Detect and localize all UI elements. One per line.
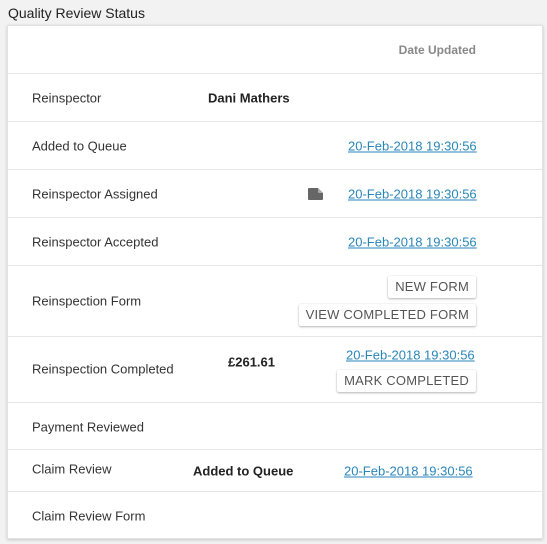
added-to-queue-date-link[interactable]: 20-Feb-2018 19:30:56	[348, 139, 477, 154]
payment-reviewed-label: Payment Reviewed	[32, 419, 144, 435]
claim-review-form-label: Claim Review Form	[32, 508, 146, 524]
row-claim-review: Claim Review Added to Queue 20-Feb-2018 …	[8, 450, 542, 492]
reinspector-accepted-date-link[interactable]: 20-Feb-2018 19:30:56	[348, 235, 477, 250]
row-reinspection-form: Reinspection Form NEW FORM VIEW COMPLETE…	[8, 266, 542, 337]
row-added-to-queue: Added to Queue 20-Feb-2018 19:30:56	[8, 122, 542, 170]
mark-completed-button[interactable]: MARK COMPLETED	[337, 370, 476, 392]
document-icon[interactable]	[308, 188, 323, 200]
reinspector-name: Dani Mathers	[208, 90, 290, 106]
row-reinspector-accepted: Reinspector Accepted 20-Feb-2018 19:30:5…	[8, 218, 542, 266]
row-reinspection-completed: Reinspection Completed £261.61 20-Feb-20…	[8, 337, 542, 403]
row-payment-reviewed: Payment Reviewed	[8, 403, 542, 450]
table-header-row: Date Updated	[8, 26, 542, 74]
claim-review-date-link[interactable]: 20-Feb-2018 19:30:56	[344, 464, 473, 479]
reinspector-assigned-date-link[interactable]: 20-Feb-2018 19:30:56	[348, 187, 477, 202]
reinspector-accepted-label: Reinspector Accepted	[32, 234, 159, 250]
quality-review-card: Date Updated Reinspector Dani Mathers Ad…	[7, 25, 543, 539]
date-updated-header: Date Updated	[398, 43, 476, 57]
reinspection-completed-date-link[interactable]: 20-Feb-2018 19:30:56	[346, 348, 475, 363]
row-reinspector: Reinspector Dani Mathers	[8, 74, 542, 122]
added-to-queue-label: Added to Queue	[32, 138, 127, 154]
row-reinspector-assigned: Reinspector Assigned 20-Feb-2018 19:30:5…	[8, 170, 542, 218]
reinspection-completed-label: Reinspection Completed	[32, 361, 174, 377]
claim-review-status: Added to Queue	[193, 463, 294, 479]
section-title: Quality Review Status	[8, 5, 145, 21]
reinspector-assigned-label: Reinspector Assigned	[32, 186, 158, 202]
view-completed-form-button[interactable]: VIEW COMPLETED FORM	[298, 304, 476, 326]
reinspection-form-label: Reinspection Form	[32, 293, 142, 309]
row-claim-review-form: Claim Review Form	[8, 492, 542, 538]
reinspection-amount: £261.61	[228, 354, 275, 370]
reinspector-label: Reinspector	[32, 90, 102, 106]
new-form-button[interactable]: NEW FORM	[388, 276, 476, 298]
claim-review-label: Claim Review	[32, 461, 112, 477]
